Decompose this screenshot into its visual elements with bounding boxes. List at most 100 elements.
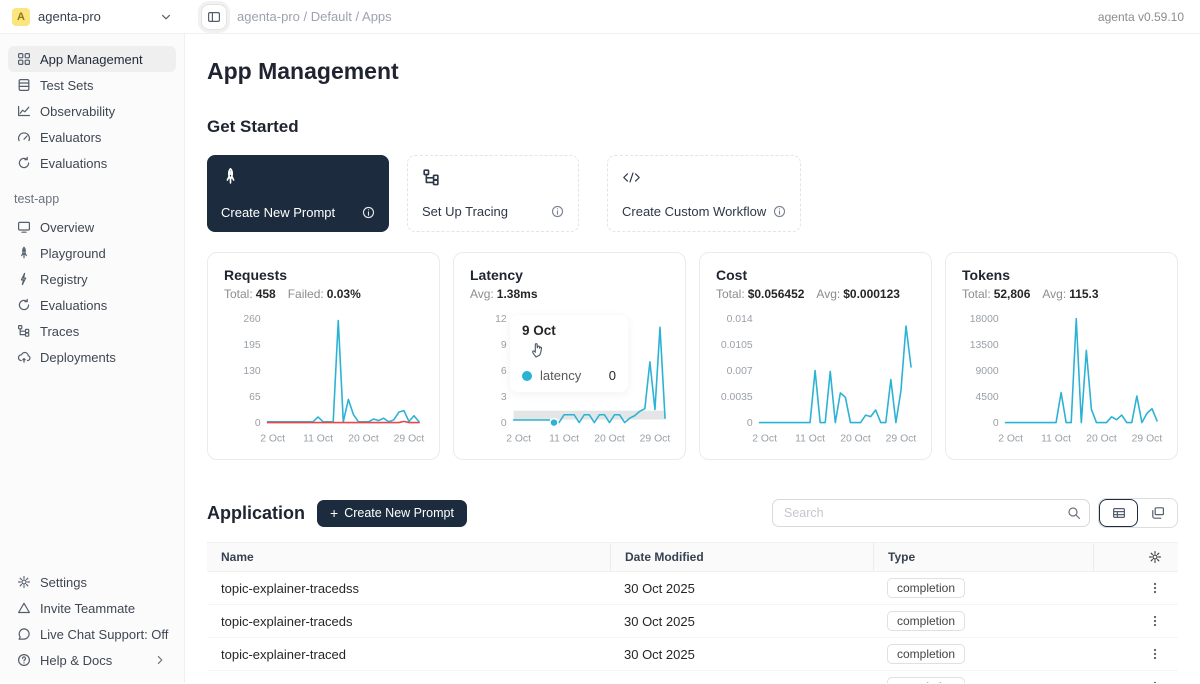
sidebar-item-invite-teammate[interactable]: Invite Teammate [8, 595, 176, 621]
sidebar-item-deployments[interactable]: Deployments [8, 344, 176, 370]
type-badge: completion [887, 611, 965, 631]
chart-stats: Total:458Failed:0.03% [224, 287, 423, 301]
svg-text:12: 12 [495, 314, 507, 325]
table-header: Name Date Modified Type [207, 542, 1178, 572]
sidebar-item-traces[interactable]: Traces [8, 318, 176, 344]
svg-text:9000: 9000 [976, 366, 999, 377]
chart-card-requests: RequestsTotal:458Failed:0.03%06513019526… [207, 252, 440, 460]
chart-canvas-requests[interactable]: 0651301952602 Oct11 Oct20 Oct29 Oct [224, 307, 423, 453]
tooltip-series-name: latency [540, 368, 581, 383]
card-label: Create New Prompt [221, 205, 335, 220]
chart-stat: Total:458 [224, 287, 276, 301]
sidebar-item-label: Evaluations [40, 156, 107, 171]
row-menu-kebab-icon[interactable] [1148, 614, 1162, 628]
row-menu-kebab-icon[interactable] [1148, 680, 1162, 683]
workspace-selector[interactable]: A agenta-pro [0, 8, 185, 26]
sidebar-item-label: Help & Docs [40, 653, 112, 668]
info-icon[interactable] [551, 205, 564, 218]
app-name: topic-explainer-tracedss [207, 581, 610, 596]
gauge-icon [17, 130, 31, 144]
table-row[interactable]: topic-explainer-traced 30 Oct 2025 compl… [207, 638, 1178, 671]
svg-text:29 Oct: 29 Oct [886, 433, 917, 444]
tooltip-row: latency0 [522, 368, 616, 383]
sidebar-item-overview[interactable]: Overview [8, 214, 176, 240]
charts-row: RequestsTotal:458Failed:0.03%06513019526… [207, 252, 1178, 460]
svg-text:0: 0 [993, 418, 999, 429]
grid-icon [17, 52, 31, 66]
column-header-type[interactable]: Type [873, 543, 1093, 571]
sidebar-item-label: Observability [40, 104, 115, 119]
application-title: Application [207, 503, 305, 524]
question-circle-icon [17, 653, 31, 667]
table-view-button[interactable] [1099, 499, 1138, 527]
chart-title: Tokens [962, 267, 1161, 283]
svg-text:11 Oct: 11 Oct [549, 433, 579, 444]
set-up-tracing-card[interactable]: Set Up Tracing [407, 155, 579, 232]
sidebar-item-test-sets[interactable]: Test Sets [8, 72, 176, 98]
create-new-prompt-button[interactable]: + Create New Prompt [317, 500, 467, 527]
table-icon [17, 78, 31, 92]
svg-text:0.007: 0.007 [727, 366, 753, 377]
card-view-button[interactable] [1138, 499, 1177, 527]
sidebar-item-observability[interactable]: Observability [8, 98, 176, 124]
sidebar-item-help-docs[interactable]: Help & Docs [8, 647, 176, 673]
app-name: topic-explainer-traceds [207, 614, 610, 629]
svg-text:11 Oct: 11 Oct [1041, 433, 1071, 444]
table-row[interactable]: topic-explainer-tracedss 30 Oct 2025 com… [207, 572, 1178, 605]
sidebar-item-evaluations[interactable]: Evaluations [8, 150, 176, 176]
page-title: App Management [207, 58, 1178, 85]
chart-card-cost: CostTotal:$0.056452Avg:$0.00012300.00350… [699, 252, 932, 460]
info-icon[interactable] [773, 205, 786, 218]
card-label: Set Up Tracing [422, 204, 508, 219]
sidebar-collapse-button[interactable] [201, 4, 227, 30]
table-settings-gear-icon[interactable] [1148, 550, 1162, 564]
info-icon[interactable] [362, 206, 375, 219]
chart-title: Latency [470, 267, 669, 283]
rocket-icon [221, 167, 375, 186]
sidebar-item-playground[interactable]: Playground [8, 240, 176, 266]
table-row[interactable]: career-assessment 27 Oct 2025 completion [207, 671, 1178, 683]
sidebar-item-label: Playground [40, 246, 106, 261]
sidebar-item-live-chat[interactable]: Live Chat Support: Off [8, 621, 176, 647]
app-date: 30 Oct 2025 [610, 614, 873, 629]
sidebar-item-settings[interactable]: Settings [8, 569, 176, 595]
sidebar-item-label: Evaluations [40, 298, 107, 313]
sidebar-item-app-management[interactable]: App Management [8, 46, 176, 72]
svg-text:20 Oct: 20 Oct [840, 433, 871, 444]
chart-canvas-cost[interactable]: 00.00350.0070.01050.0142 Oct11 Oct20 Oct… [716, 307, 915, 453]
create-new-prompt-card[interactable]: Create New Prompt [207, 155, 389, 232]
row-menu-kebab-icon[interactable] [1148, 581, 1162, 595]
svg-text:20 Oct: 20 Oct [348, 433, 379, 444]
chart-stat: Avg:$0.000123 [816, 287, 900, 301]
card-view-icon [1151, 506, 1165, 520]
column-header-date-modified[interactable]: Date Modified [610, 543, 873, 571]
top-bar: A agenta-pro agenta-pro / Default / Apps… [0, 0, 1200, 34]
create-custom-workflow-card[interactable]: Create Custom Workflow [607, 155, 801, 232]
chart-canvas-tokens[interactable]: 04500900013500180002 Oct11 Oct20 Oct29 O… [962, 307, 1161, 453]
trace-tree-icon [17, 324, 31, 338]
tooltip-date: 9 Oct [522, 323, 616, 338]
search-input[interactable] [772, 499, 1090, 527]
search-box [772, 499, 1090, 527]
sidebar-item-app-evaluations[interactable]: Evaluations [8, 292, 176, 318]
chart-stats: Total:52,806Avg:115.3 [962, 287, 1161, 301]
sidebar-item-label: Test Sets [40, 78, 93, 93]
chart-stat: Total:$0.056452 [716, 287, 804, 301]
svg-text:0: 0 [255, 418, 261, 429]
svg-text:2 Oct: 2 Oct [506, 433, 531, 444]
chart-line-icon [17, 104, 31, 118]
trace-tree-icon [422, 168, 564, 187]
column-header-name[interactable]: Name [207, 550, 610, 564]
row-menu-kebab-icon[interactable] [1148, 647, 1162, 661]
table-row[interactable]: topic-explainer-traceds 30 Oct 2025 comp… [207, 605, 1178, 638]
sidebar: App Management Test Sets Observability E… [0, 34, 185, 683]
sidebar-item-evaluators[interactable]: Evaluators [8, 124, 176, 150]
table-view-icon [1112, 506, 1126, 520]
card-label: Create Custom Workflow [622, 204, 766, 219]
type-badge: completion [887, 677, 965, 683]
application-header: Application + Create New Prompt [207, 498, 1178, 528]
chart-stats: Avg:1.38ms [470, 287, 669, 301]
svg-text:0: 0 [501, 418, 507, 429]
sidebar-item-registry[interactable]: Registry [8, 266, 176, 292]
chart-stat: Avg:1.38ms [470, 287, 538, 301]
